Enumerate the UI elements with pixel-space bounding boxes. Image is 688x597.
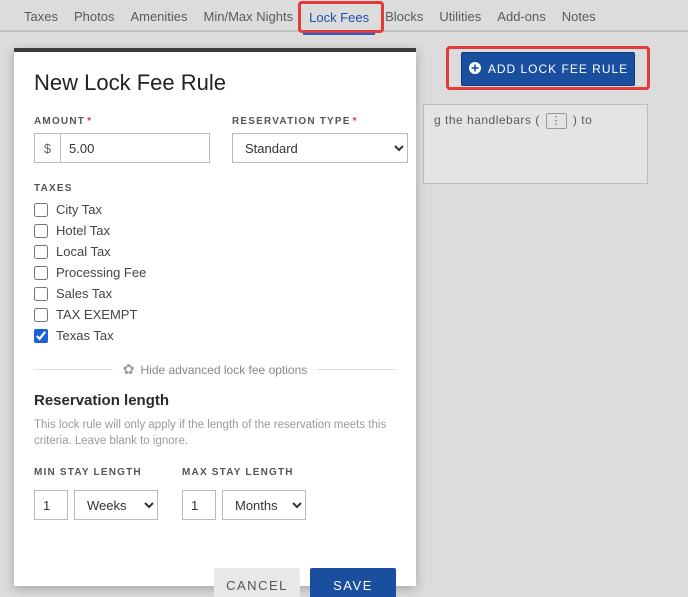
tax-label: TAX EXEMPT xyxy=(56,307,137,322)
min-stay-value[interactable] xyxy=(34,490,68,520)
tax-option-texas[interactable]: Texas Tax xyxy=(34,328,396,343)
min-stay-group: MIN STAY LENGTH Weeks xyxy=(34,467,158,520)
amount-label: AMOUNT xyxy=(34,116,85,127)
amount-input[interactable] xyxy=(60,133,210,163)
tab-lockfees[interactable]: Lock Fees xyxy=(303,6,375,35)
min-stay-label: MIN STAY LENGTH xyxy=(34,467,158,478)
amount-field: AMOUNT* $ xyxy=(34,116,210,163)
tax-checkbox[interactable] xyxy=(34,329,48,343)
tax-checkbox[interactable] xyxy=(34,287,48,301)
tax-label: City Tax xyxy=(56,202,102,217)
tax-option-city[interactable]: City Tax xyxy=(34,202,396,217)
tax-label: Processing Fee xyxy=(56,265,146,280)
tax-label: Local Tax xyxy=(56,244,111,259)
tax-checkbox[interactable] xyxy=(34,308,48,322)
add-lock-fee-rule-button[interactable]: ADD LOCK FEE RULE xyxy=(461,52,635,86)
max-stay-label: MAX STAY LENGTH xyxy=(182,467,306,478)
tab-amenities[interactable]: Amenities xyxy=(124,5,193,34)
tax-option-sales[interactable]: Sales Tax xyxy=(34,286,396,301)
tax-option-exempt[interactable]: TAX EXEMPT xyxy=(34,307,396,322)
reservation-type-field: RESERVATION TYPE* Standard xyxy=(232,116,408,163)
reservation-length-title: Reservation length xyxy=(34,392,396,409)
tab-minmaxnights[interactable]: Min/Max Nights xyxy=(198,5,300,34)
tab-bar: Taxes Photos Amenities Min/Max Nights Lo… xyxy=(0,0,688,32)
tab-addons[interactable]: Add-ons xyxy=(491,5,551,34)
max-stay-unit[interactable]: Months xyxy=(222,490,306,520)
required-mark: * xyxy=(353,116,358,127)
add-rule-button-wrap: ADD LOCK FEE RULE xyxy=(448,48,648,88)
reservation-length-desc: This lock rule will only apply if the le… xyxy=(34,417,396,449)
max-stay-group: MAX STAY LENGTH Months xyxy=(182,467,306,520)
currency-symbol: $ xyxy=(34,133,60,163)
reservation-type-label: RESERVATION TYPE xyxy=(232,116,351,127)
tab-utilities[interactable]: Utilities xyxy=(433,5,487,34)
hint-text-suffix: ) to xyxy=(573,113,592,127)
divider-label: Hide advanced lock fee options xyxy=(140,363,307,377)
tax-label: Texas Tax xyxy=(56,328,114,343)
tax-checkbox[interactable] xyxy=(34,224,48,238)
tax-label: Sales Tax xyxy=(56,286,112,301)
taxes-list: City Tax Hotel Tax Local Tax Processing … xyxy=(34,202,396,343)
advanced-options-divider[interactable]: ✿ Hide advanced lock fee options xyxy=(34,361,396,378)
add-rule-button-label: ADD LOCK FEE RULE xyxy=(488,62,628,76)
taxes-section-label: TAXES xyxy=(34,183,396,194)
tax-option-hotel[interactable]: Hotel Tax xyxy=(34,223,396,238)
tab-notes[interactable]: Notes xyxy=(556,5,602,34)
save-button[interactable]: SAVE xyxy=(310,568,396,597)
reservation-type-select[interactable]: Standard xyxy=(232,133,408,163)
required-mark: * xyxy=(87,116,92,127)
tax-option-processing[interactable]: Processing Fee xyxy=(34,265,396,280)
plus-circle-icon xyxy=(468,61,482,78)
gear-icon: ✿ xyxy=(123,361,135,378)
hint-panel: g the handlebars ( ⋮ ) to xyxy=(423,104,648,184)
tax-checkbox[interactable] xyxy=(34,245,48,259)
hint-text-prefix: g the handlebars ( xyxy=(434,113,540,127)
modal-title: New Lock Fee Rule xyxy=(34,70,396,96)
tax-label: Hotel Tax xyxy=(56,223,110,238)
tab-photos[interactable]: Photos xyxy=(68,5,120,34)
cancel-button[interactable]: CANCEL xyxy=(214,568,300,597)
app-stage: Taxes Photos Amenities Min/Max Nights Lo… xyxy=(0,0,688,597)
tax-checkbox[interactable] xyxy=(34,203,48,217)
tax-checkbox[interactable] xyxy=(34,266,48,280)
max-stay-value[interactable] xyxy=(182,490,216,520)
drag-handle-icon: ⋮ xyxy=(546,113,568,129)
tax-option-local[interactable]: Local Tax xyxy=(34,244,396,259)
min-stay-unit[interactable]: Weeks xyxy=(74,490,158,520)
tab-taxes[interactable]: Taxes xyxy=(18,5,64,34)
tab-blocks[interactable]: Blocks xyxy=(379,5,429,34)
new-lock-fee-rule-modal: New Lock Fee Rule AMOUNT* $ RESERVATION … xyxy=(14,48,416,586)
